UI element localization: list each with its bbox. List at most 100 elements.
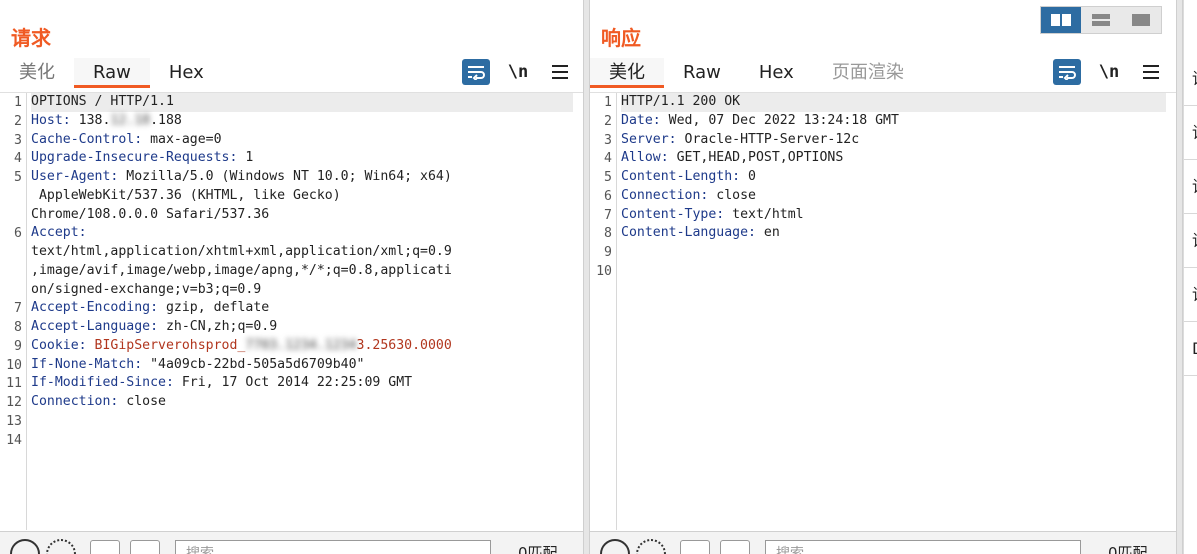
previous-match-button[interactable] (90, 540, 120, 554)
header-value: BIGipServerohsprod_ (86, 337, 246, 353)
options-menu-button[interactable] (1137, 59, 1165, 85)
code-line[interactable]: Content-Type: text/html (621, 206, 1166, 225)
code-line[interactable]: Connection: close (621, 187, 1166, 206)
wrap-lines-button[interactable] (1053, 59, 1081, 85)
code-line[interactable]: Server: Oracle-HTTP-Server-12c (621, 131, 1166, 150)
code-line[interactable] (31, 431, 573, 450)
code-line[interactable]: If-None-Match: "4a09cb-22bd-505a5d6709b4… (31, 356, 573, 375)
code-line[interactable]: Accept-Language: zh-CN,zh;q=0.9 (31, 318, 573, 337)
code-line[interactable]: Upgrade-Insecure-Requests: 1 (31, 149, 573, 168)
header-value: on/signed-exchange;v=b3;q=0.9 (31, 281, 262, 297)
code-line[interactable] (31, 412, 573, 431)
settings-gear-icon[interactable] (46, 539, 76, 554)
code-line[interactable]: Chrome/108.0.0.0 Safari/537.36 (31, 206, 573, 225)
side-panel-item[interactable]: 请 (1184, 214, 1197, 268)
header-key: Server: (621, 131, 677, 147)
single-pane-icon (1132, 14, 1150, 26)
request-toolbar: \n (462, 58, 574, 86)
tab-response-2[interactable]: Hex (740, 58, 813, 88)
next-match-button[interactable] (130, 540, 160, 554)
side-panel-item[interactable]: 请 (1184, 52, 1197, 106)
code-line[interactable]: Content-Length: 0 (621, 168, 1166, 187)
stacked-layout-button[interactable] (1081, 7, 1121, 33)
header-key: OPTIONS / HTTP/1.1 (31, 94, 174, 109)
side-panel-item[interactable]: D (1184, 322, 1197, 376)
header-value: en (755, 225, 780, 241)
line-number: 7 (14, 301, 22, 317)
tab-response-0[interactable]: 美化 (590, 58, 664, 88)
next-match-button[interactable] (720, 540, 750, 554)
show-newlines-button[interactable]: \n (1095, 59, 1123, 85)
header-value: text/html,application/xhtml+xml,applicat… (31, 244, 452, 259)
code-line[interactable]: Accept-Encoding: gzip, deflate (31, 299, 573, 318)
hamburger-menu-icon (552, 65, 568, 79)
side-panel-item[interactable]: 请 (1184, 268, 1197, 322)
side-panel-item[interactable]: 请 (1184, 106, 1197, 160)
code-line[interactable]: Connection: close (31, 393, 573, 412)
side-by-side-icon (1051, 14, 1071, 26)
code-line[interactable]: Host: 138.12.18.188 (31, 112, 573, 131)
code-line[interactable]: text/html,application/xhtml+xml,applicat… (31, 243, 573, 262)
tab-request-0[interactable]: 美化 (0, 58, 74, 88)
header-value-tail: 3.25630.0000 (356, 337, 452, 353)
code-line[interactable]: Date: Wed, 07 Dec 2022 13:24:18 GMT (621, 112, 1166, 131)
code-line[interactable] (621, 262, 1166, 281)
response-match-count: 0匹配 (1108, 544, 1148, 554)
wrap-lines-button[interactable] (462, 59, 490, 85)
pane-divider[interactable] (583, 0, 590, 554)
code-line[interactable]: AppleWebKit/537.36 (KHTML, like Gecko) (31, 187, 573, 206)
code-line[interactable]: Cache-Control: max-age=0 (31, 131, 573, 150)
code-line[interactable]: on/signed-exchange;v=b3;q=0.9 (31, 281, 573, 300)
code-line[interactable] (621, 243, 1166, 262)
response-editor[interactable]: 1 2 3 4 5 6 7 8 9 10 HTTP/1.1 200 OK Date: Wed, 07… (590, 92, 1176, 530)
tab-request-1[interactable]: Raw (74, 58, 150, 88)
options-menu-button[interactable] (546, 59, 574, 85)
line-number: 6 (604, 188, 612, 204)
code-line[interactable]: OPTIONS / HTTP/1.1 (31, 93, 573, 112)
header-value: Oracle-HTTP-Server-12c (676, 131, 860, 147)
header-key: Connection: (621, 187, 709, 203)
help-icon[interactable] (600, 539, 630, 554)
code-line[interactable]: Accept: (31, 224, 573, 243)
header-value: close (118, 394, 166, 409)
layout-toggle (1040, 6, 1162, 34)
header-value: 0 (740, 169, 756, 184)
response-code[interactable]: HTTP/1.1 200 OK Date: Wed, 07 Dec 2022 13… (621, 93, 1166, 281)
code-line[interactable]: HTTP/1.1 200 OK (621, 93, 1166, 112)
line-number: 1 (604, 95, 612, 110)
line-number: 8 (14, 320, 22, 335)
code-line[interactable]: If-Modified-Since: Fri, 17 Oct 2014 22:2… (31, 374, 573, 393)
header-key: User-Agent: (31, 169, 119, 184)
code-line[interactable]: ,image/avif,image/webp,image/apng,*/*;q=… (31, 262, 573, 281)
header-value: Wed, 07 Dec 2022 13:24:18 GMT (660, 112, 899, 128)
help-icon[interactable] (10, 539, 40, 554)
settings-gear-icon[interactable] (636, 539, 666, 554)
previous-match-button[interactable] (680, 540, 710, 554)
line-number: 7 (604, 207, 612, 223)
header-value: zh-CN,zh;q=0.9 (158, 319, 278, 334)
header-value: gzip, deflate (158, 300, 270, 316)
header-key: Allow: (621, 150, 669, 166)
single-pane-layout-button[interactable] (1121, 7, 1161, 33)
side-panel-item[interactable]: 请 (1184, 160, 1197, 214)
response-pane: 响应 美化 Raw Hex 页面渲染 \n 1 2 3 4 5 6 7 8 9 10 HTTP/1.1 … (590, 0, 1176, 554)
header-key: Upgrade-Insecure-Requests: (31, 150, 238, 166)
code-line[interactable]: Content-Language: en (621, 224, 1166, 243)
request-code[interactable]: OPTIONS / HTTP/1.1 Host: 138.12.18.188 Cac… (31, 93, 573, 449)
code-line[interactable]: User-Agent: Mozilla/5.0 (Windows NT 10.0… (31, 168, 573, 187)
header-value: AppleWebKit/537.36 (KHTML, like Gecko) (31, 187, 341, 203)
line-number: 12 (6, 395, 22, 410)
code-line[interactable]: Cookie: BIGipServerohsprod_7703.1234.123… (31, 337, 573, 356)
show-newlines-button[interactable]: \n (504, 59, 532, 85)
line-number: 6 (14, 226, 22, 242)
side-by-side-layout-button[interactable] (1041, 7, 1081, 33)
response-search-input[interactable]: 搜索 (765, 540, 1081, 554)
request-search-input[interactable]: 搜索 (175, 540, 491, 554)
request-editor[interactable]: 1 2 3 4 5 6 7 8 9 10 11 12 13 14 OPTIONS / HTTP/1.1 Ho… (0, 92, 583, 530)
header-key: Accept-Encoding: (31, 300, 159, 316)
side-divider[interactable] (1176, 0, 1183, 554)
code-line[interactable]: Allow: GET,HEAD,POST,OPTIONS (621, 149, 1166, 168)
tab-request-2[interactable]: Hex (150, 58, 223, 88)
tab-response-1[interactable]: Raw (664, 58, 740, 88)
request-tabs: 美化 Raw Hex (0, 58, 223, 90)
